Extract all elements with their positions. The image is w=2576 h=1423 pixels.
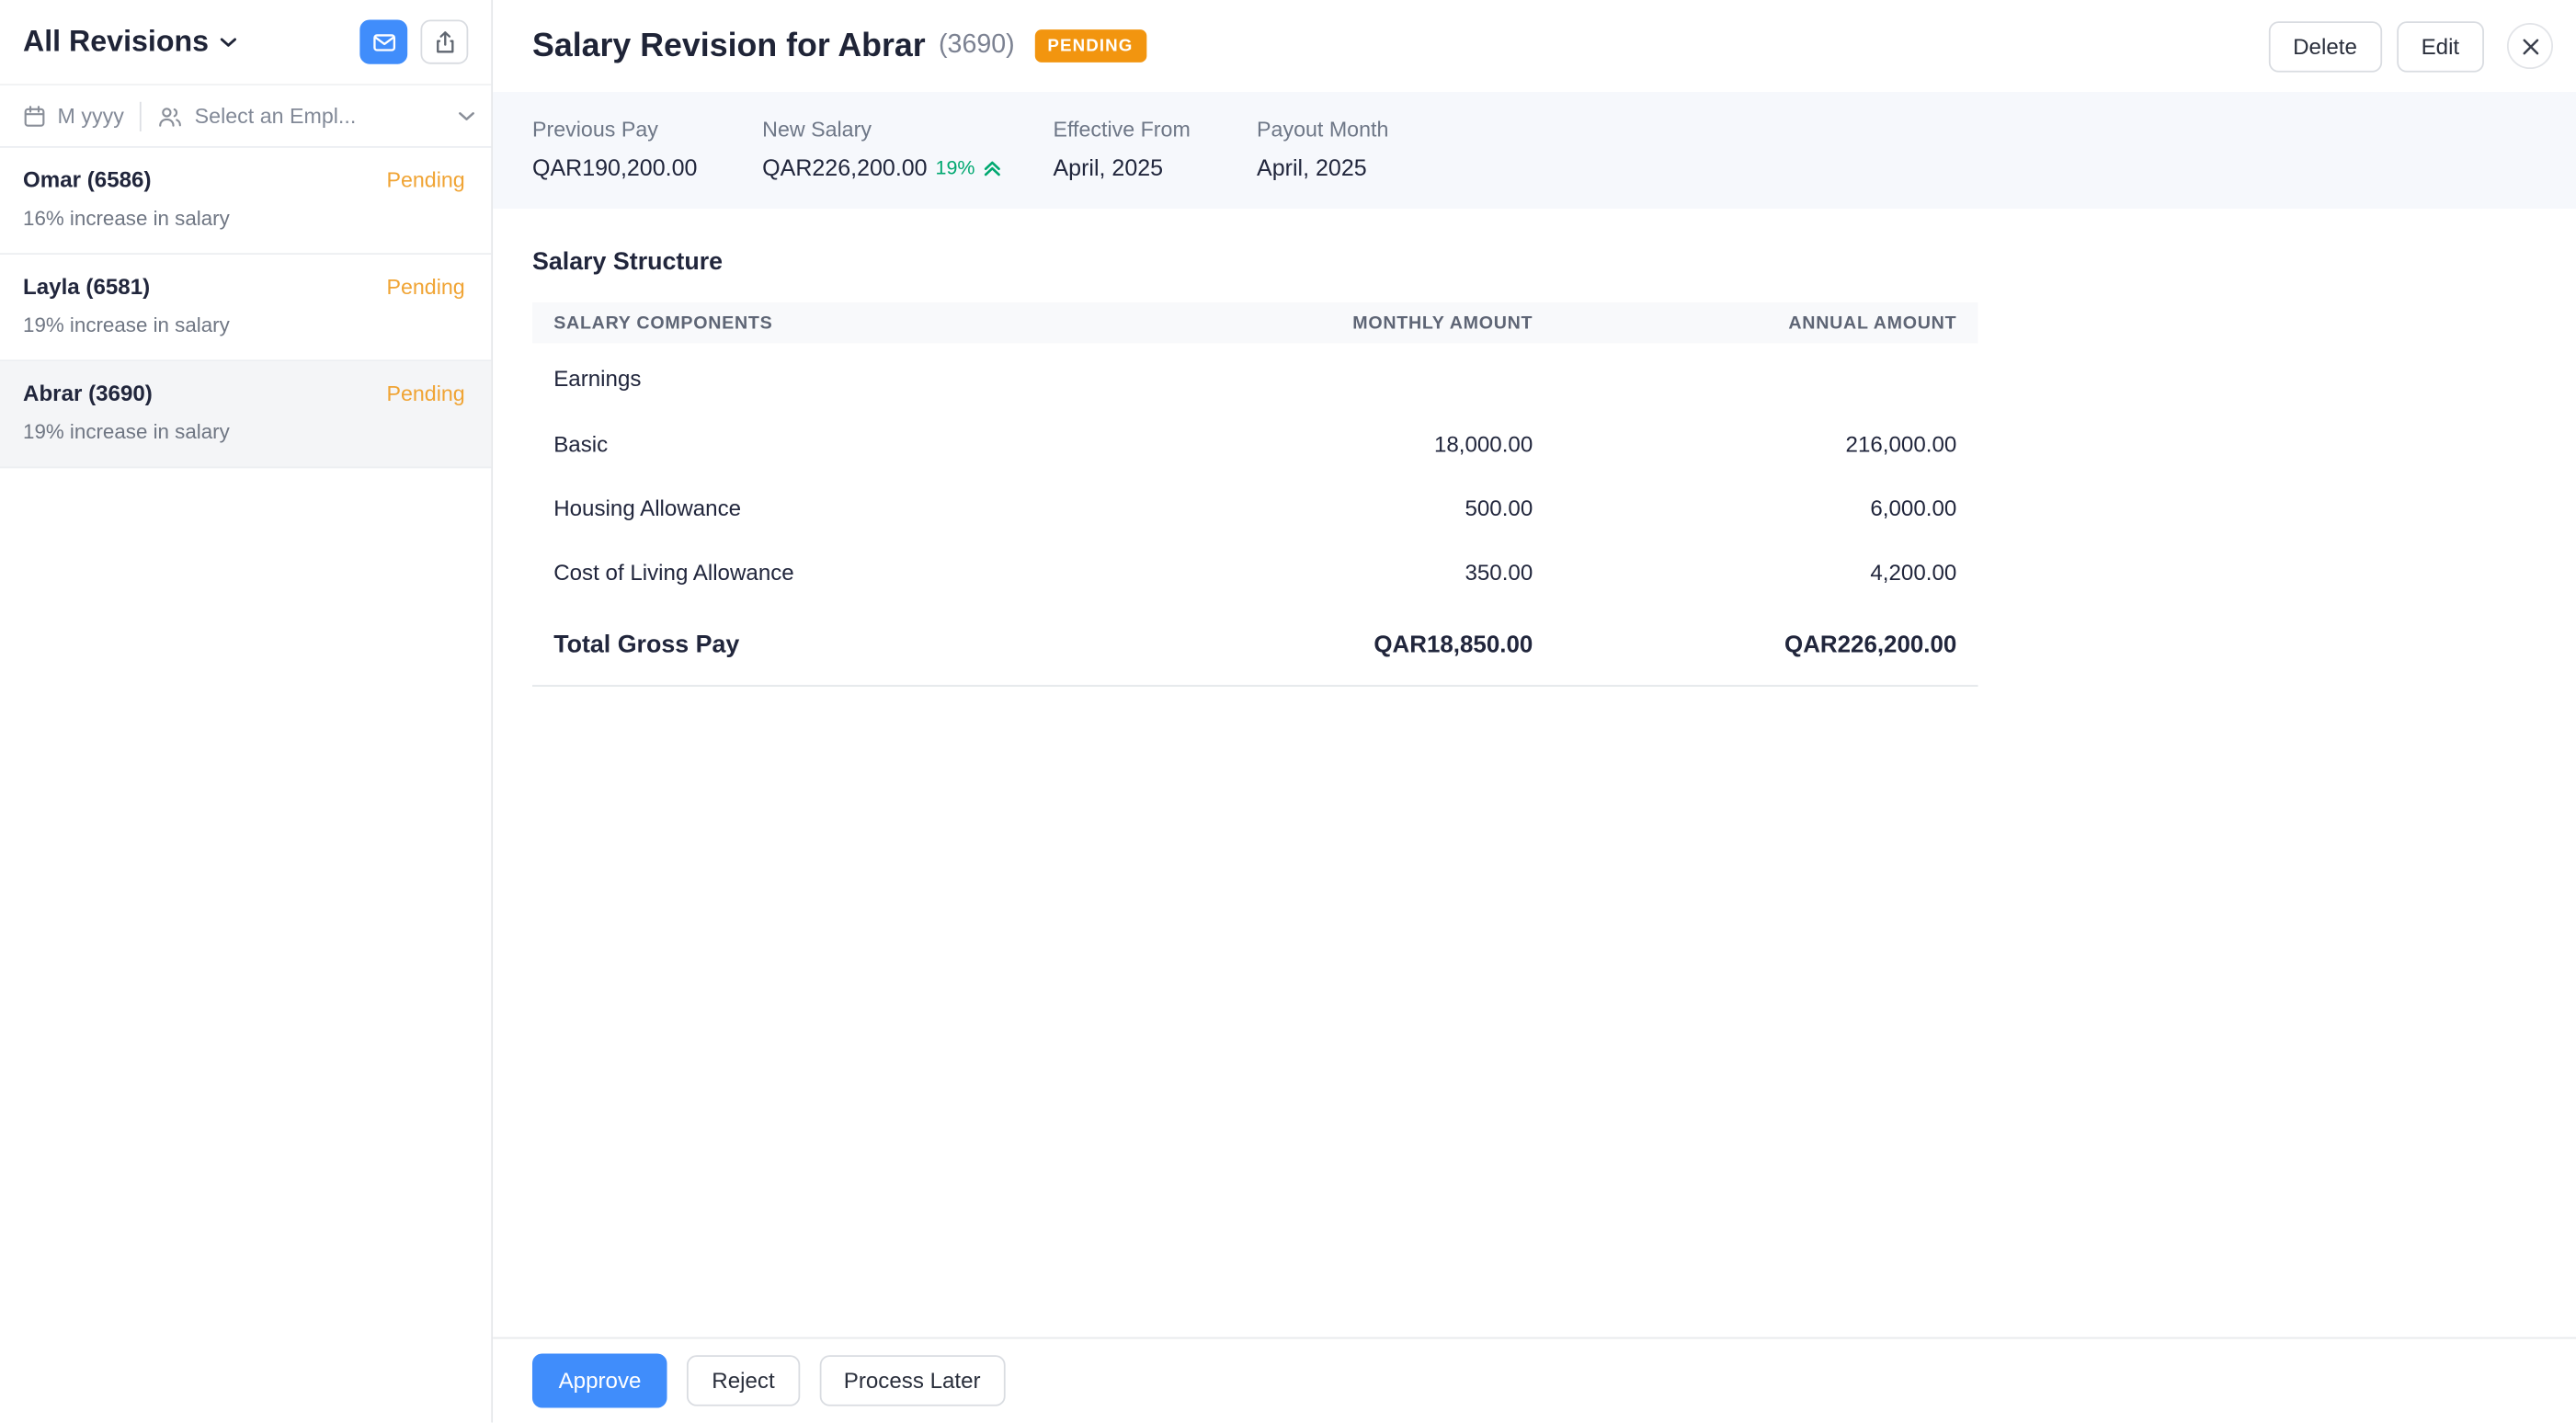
earnings-group-row: Earnings <box>532 343 1978 412</box>
revisions-dropdown[interactable]: All Revisions <box>23 25 236 60</box>
total-monthly-amount: QAR18,850.00 <box>1155 632 1533 658</box>
detail-content: Salary Structure SALARY COMPONENTS MONTH… <box>493 209 2576 1338</box>
field-value: April, 2025 <box>1257 154 1388 181</box>
annual-amount: 4,200.00 <box>1533 560 1956 585</box>
revision-subtitle: 19% increase in salary <box>23 420 465 443</box>
revision-subtitle: 19% increase in salary <box>23 313 465 336</box>
revision-list-item-omar[interactable]: Omar (6586) Pending 16% increase in sala… <box>0 148 491 255</box>
total-annual-amount: QAR226,200.00 <box>1533 632 1956 658</box>
status-badge: Pending <box>386 381 464 406</box>
delete-button[interactable]: Delete <box>2268 20 2381 71</box>
month-filter[interactable]: M yyyy <box>23 104 124 129</box>
header-actions: Delete Edit <box>2268 20 2553 71</box>
monthly-amount: 500.00 <box>1155 496 1533 521</box>
total-gross-pay-row: Total Gross Pay QAR18,850.00 QAR226,200.… <box>532 605 1978 687</box>
annual-amount: 6,000.00 <box>1533 496 1956 521</box>
employee-filter-placeholder: Select an Empl... <box>195 104 357 129</box>
table-row: Cost of Living Allowance 350.00 4,200.00 <box>532 541 1978 605</box>
chevron-down-icon <box>221 37 237 47</box>
calendar-icon <box>23 104 46 127</box>
month-filter-placeholder: M yyyy <box>58 104 124 129</box>
component-name: Housing Allowance <box>553 496 1155 521</box>
field-label: Effective From <box>1053 117 1257 142</box>
field-label: Previous Pay <box>532 117 762 142</box>
field-label: Payout Month <box>1257 117 1388 142</box>
filter-bar: M yyyy Select an Empl... <box>0 85 491 148</box>
column-header-annual: ANNUAL AMOUNT <box>1533 313 1956 332</box>
revision-list-item-layla[interactable]: Layla (6581) Pending 19% increase in sal… <box>0 255 491 361</box>
monthly-amount: 18,000.00 <box>1155 432 1533 457</box>
filter-divider <box>141 101 142 131</box>
share-icon <box>431 28 458 55</box>
employee-name: Omar (6586) <box>23 167 151 192</box>
revision-list: Omar (6586) Pending 16% increase in sala… <box>0 148 491 1423</box>
close-icon <box>2521 37 2539 55</box>
trend-up-icon <box>983 158 1002 177</box>
page-title: Salary Revision for Abrar <box>532 27 926 64</box>
employee-filter[interactable]: Select an Empl... <box>158 104 474 129</box>
process-later-button[interactable]: Process Later <box>819 1356 1005 1406</box>
sidebar: All Revisions <box>0 0 493 1423</box>
field-label: New Salary <box>762 117 1053 142</box>
new-salary-value: QAR226,200.00 <box>762 154 927 181</box>
component-name: Basic <box>553 432 1155 457</box>
revisions-dropdown-label: All Revisions <box>23 25 209 60</box>
edit-button[interactable]: Edit <box>2397 20 2484 71</box>
detail-header: Salary Revision for Abrar (3690) PENDING… <box>493 0 2576 92</box>
action-footer: Approve Reject Process Later <box>493 1338 2576 1423</box>
status-badge: Pending <box>386 274 464 299</box>
pending-badge: PENDING <box>1034 29 1146 63</box>
employee-name: Layla (6581) <box>23 274 150 299</box>
close-button[interactable] <box>2507 23 2553 69</box>
status-badge: Pending <box>386 167 464 192</box>
table-row: Housing Allowance 500.00 6,000.00 <box>532 476 1978 541</box>
employee-name: Abrar (3690) <box>23 381 153 406</box>
column-header-monthly: MONTHLY AMOUNT <box>1155 313 1533 332</box>
effective-from-field: Effective From April, 2025 <box>1053 117 1257 181</box>
reject-button[interactable]: Reject <box>687 1356 799 1406</box>
main-panel: Salary Revision for Abrar (3690) PENDING… <box>493 0 2576 1423</box>
mail-icon <box>370 28 397 55</box>
column-header-components: SALARY COMPONENTS <box>553 313 1155 332</box>
revision-list-item-abrar[interactable]: Abrar (3690) Pending 19% increase in sal… <box>0 361 491 468</box>
field-value: April, 2025 <box>1053 154 1257 181</box>
annual-amount: 216,000.00 <box>1533 432 1956 457</box>
payout-month-field: Payout Month April, 2025 <box>1257 117 1388 181</box>
chevron-down-icon <box>459 111 475 121</box>
sidebar-actions <box>359 19 468 63</box>
table-row: Basic 18,000.00 216,000.00 <box>532 413 1978 477</box>
salary-summary-band: Previous Pay QAR190,200.00 New Salary QA… <box>493 92 2576 209</box>
field-value: QAR190,200.00 <box>532 154 762 181</box>
app-window: All Revisions <box>0 0 2576 1423</box>
export-button[interactable] <box>420 19 468 63</box>
total-label: Total Gross Pay <box>553 631 1155 658</box>
revision-subtitle: 16% increase in salary <box>23 207 465 230</box>
increase-percent: 19% <box>936 156 975 179</box>
field-value: QAR226,200.00 19% <box>762 154 1053 181</box>
sidebar-header: All Revisions <box>0 0 491 85</box>
salary-structure-title: Salary Structure <box>532 248 2536 276</box>
employees-icon <box>158 104 183 127</box>
new-salary-field: New Salary QAR226,200.00 19% <box>762 117 1053 181</box>
employee-id: (3690) <box>939 31 1015 61</box>
group-label: Earnings <box>553 366 641 391</box>
mail-button[interactable] <box>359 19 407 63</box>
approve-button[interactable]: Approve <box>532 1354 667 1408</box>
previous-pay-field: Previous Pay QAR190,200.00 <box>532 117 762 181</box>
monthly-amount: 350.00 <box>1155 560 1533 585</box>
table-header-row: SALARY COMPONENTS MONTHLY AMOUNT ANNUAL … <box>532 302 1978 344</box>
component-name: Cost of Living Allowance <box>553 560 1155 585</box>
salary-structure-table: SALARY COMPONENTS MONTHLY AMOUNT ANNUAL … <box>532 302 1978 687</box>
